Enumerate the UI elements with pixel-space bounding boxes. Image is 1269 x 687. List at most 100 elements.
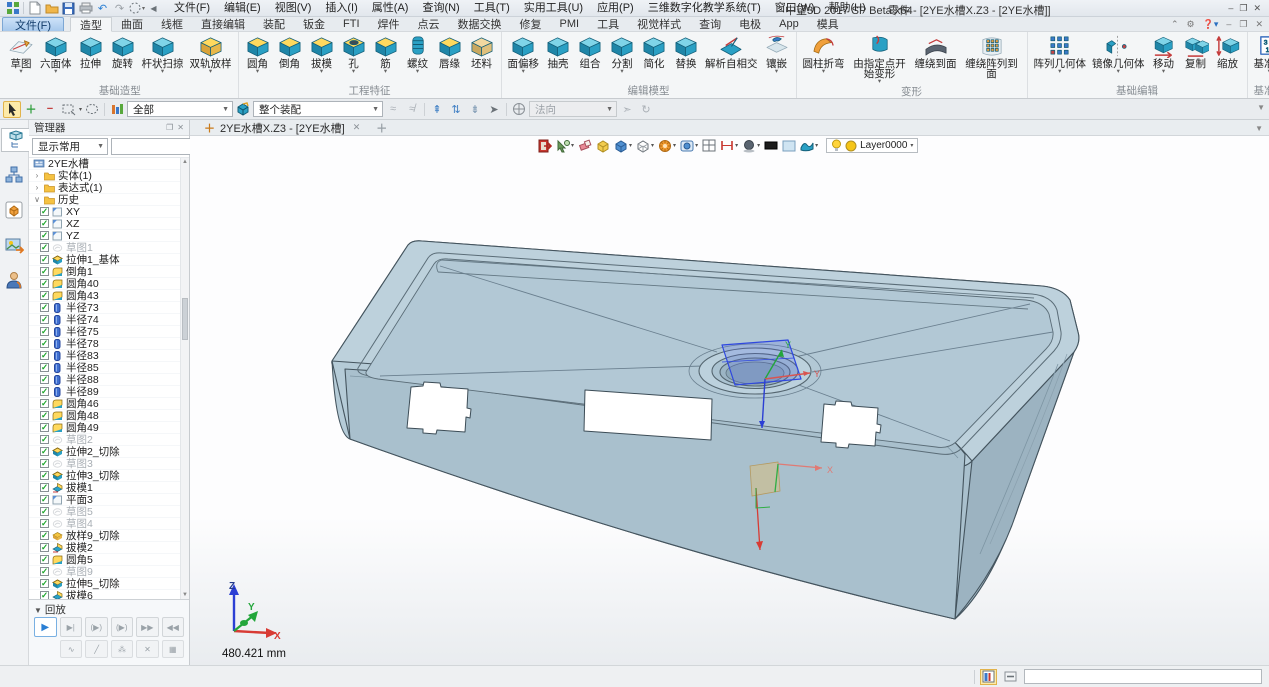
tree-folder[interactable]: ∨历史 (29, 194, 189, 206)
menu-item[interactable]: 查询(N) (415, 0, 466, 16)
caret-down-icon[interactable]: ∨ (33, 195, 41, 204)
reorient-icon[interactable]: ↻ (637, 101, 655, 118)
doc-close-icon[interactable]: ✕ (1255, 19, 1263, 30)
doc-minimize-icon[interactable]: ‒ (1226, 19, 1231, 29)
visibility-checkbox[interactable]: ✓ (40, 459, 49, 468)
shadow-effect-icon[interactable] (742, 139, 756, 153)
visibility-checkbox[interactable]: ✓ (40, 267, 49, 276)
close-icon[interactable]: ✕ (1253, 3, 1261, 14)
ribbon-button[interactable]: 杆状扫掠▾ (139, 33, 187, 76)
visual-manager-icon[interactable] (2, 198, 26, 222)
sort-down-icon[interactable]: ⇟ (466, 101, 484, 118)
ribbon-button[interactable]: 双轨放样▾ (187, 33, 235, 76)
dropdown-caret-icon[interactable]: ▾ (620, 69, 623, 76)
pick-last-icon[interactable]: ➤ (485, 101, 503, 118)
play-from-button[interactable]: (▶) (85, 617, 108, 637)
visibility-checkbox[interactable]: ✓ (40, 411, 49, 420)
ribbon-button[interactable]: 缠绕到面 (912, 33, 960, 76)
tree-item[interactable]: ✓圆角43 (29, 290, 189, 302)
toolbar-overflow-icon[interactable]: ▼ (1257, 103, 1265, 112)
tree-filter-dropdown[interactable]: 显示常用▼ (32, 138, 108, 155)
visibility-checkbox[interactable]: ✓ (40, 579, 49, 588)
visibility-checkbox[interactable]: ✓ (40, 423, 49, 432)
erase-blank-icon[interactable] (578, 139, 592, 152)
visibility-checkbox[interactable]: ✓ (40, 303, 49, 312)
tree-item[interactable]: ✓倒角1 (29, 266, 189, 278)
tree-item[interactable]: ✓平面3 (29, 494, 189, 506)
redo-icon-icon[interactable]: ↷ (111, 1, 128, 16)
float-panel-icon[interactable]: ❐ (166, 123, 173, 132)
layer-swatch-icon[interactable] (845, 140, 857, 152)
remove-entity-icon[interactable]: − (41, 101, 59, 118)
delete-button[interactable]: ✕ (136, 640, 158, 658)
tree-item[interactable]: ✓半径83 (29, 350, 189, 362)
tree-item[interactable]: ✓拉伸2_切除 (29, 446, 189, 458)
panel-layout-icon[interactable] (980, 669, 997, 685)
visibility-checkbox[interactable]: ✓ (40, 471, 49, 480)
tree-item[interactable]: ✓半径73 (29, 302, 189, 314)
ribbon-button[interactable]: 阵列几何体▾ (1031, 33, 1090, 76)
ribbon-tab-曲面[interactable]: 曲面 (112, 17, 152, 31)
align-bottom-icon[interactable]: ≉ (403, 101, 421, 118)
ribbon-button[interactable]: 坯料 (466, 33, 498, 76)
ribbon-tab-焊件[interactable]: 焊件 (369, 17, 409, 31)
visibility-checkbox[interactable]: ✓ (40, 351, 49, 360)
tree-item[interactable]: ✓拔模1 (29, 482, 189, 494)
probe-icon[interactable]: ➣ (618, 101, 636, 118)
ribbon-tab-PMI[interactable]: PMI (551, 17, 589, 31)
step-end-button[interactable]: ▶| (60, 617, 83, 637)
scope-shape-icon[interactable] (234, 101, 252, 118)
ribbon-tab-钣金[interactable]: 钣金 (294, 17, 334, 31)
layer-control[interactable]: Layer0000▾ (826, 138, 918, 153)
pick-target-icon[interactable] (556, 139, 570, 153)
tree-item[interactable]: ✓放样9_切除 (29, 530, 189, 542)
doc-restore-icon[interactable]: ❐ (1239, 19, 1247, 30)
ribbon-button[interactable]: 抽壳 (542, 33, 574, 76)
section-view-icon-caret[interactable]: ▾ (735, 142, 738, 149)
dropdown-caret-icon[interactable]: ▾ (416, 69, 419, 76)
dropdown-caret-icon[interactable]: ▾ (209, 69, 212, 76)
dropdown-caret-icon[interactable]: ▾ (1058, 69, 1061, 76)
tree-item[interactable]: ✓XZ (29, 218, 189, 230)
tree-item[interactable]: ✓拉伸3_切除 (29, 470, 189, 482)
ribbon-button[interactable]: 螺纹▾ (402, 33, 434, 76)
sort-up-icon[interactable]: ⇞ (428, 101, 446, 118)
tree-item[interactable]: ✓草图5 (29, 506, 189, 518)
ribbon-button[interactable]: 312基准面▾ (1251, 33, 1269, 76)
tree-item[interactable]: ✓拔模6 (29, 590, 189, 599)
window-pick-caret-icon[interactable]: ▾ (79, 106, 82, 113)
background-dark-icon[interactable] (764, 140, 778, 151)
visibility-checkbox[interactable]: ✓ (40, 219, 49, 228)
ribbon-tab-FTI[interactable]: FTI (334, 17, 369, 31)
tree-item[interactable]: ✓拉伸5_切除 (29, 578, 189, 590)
ribbon-button[interactable]: 缠绕阵列到面 (960, 33, 1024, 86)
play-button[interactable]: ▶ (34, 617, 57, 637)
tree-root[interactable]: 2YE水槽 (29, 158, 189, 170)
graphics-viewport[interactable]: Y Y X ▾▾▾▾▾▾▾▾Layer0000▾ (190, 136, 1269, 665)
tree-folder[interactable]: ›实体(1) (29, 170, 189, 182)
visibility-checkbox[interactable]: ✓ (40, 495, 49, 504)
sort-list-icon[interactable]: ⇅ (447, 101, 465, 118)
visibility-checkbox[interactable]: ✓ (40, 327, 49, 336)
wireframe-display-icon-caret[interactable]: ▾ (651, 142, 654, 149)
ribbon-button[interactable]: 移动▾ (1148, 33, 1180, 76)
menu-item[interactable]: 插入(I) (318, 0, 364, 16)
ribbon-button[interactable]: 替换 (670, 33, 702, 76)
menu-item[interactable]: 视图(V) (268, 0, 319, 16)
tree-item[interactable]: ✓圆角46 (29, 398, 189, 410)
document-tab[interactable]: ＋ 2YE水槽X.Z3 - [2YE水槽] ✕ (204, 120, 360, 136)
ribbon-tab-造型[interactable]: 造型 (70, 17, 112, 32)
window-pick-icon[interactable] (60, 101, 78, 118)
tree-item[interactable]: ✓YZ (29, 230, 189, 242)
shadow-effect-icon-caret[interactable]: ▾ (757, 142, 760, 149)
align-top-icon[interactable]: ≈ (384, 101, 402, 118)
playback-collapse-icon[interactable]: ▼ (34, 606, 42, 615)
tab-close-icon[interactable]: ✕ (353, 122, 361, 133)
dropdown-caret-icon[interactable]: ▾ (775, 69, 778, 76)
scope-dropdown[interactable]: 整个装配▼ (253, 101, 383, 117)
file-menu-tab[interactable]: 文件(F) (2, 17, 64, 31)
new-tab-button[interactable]: ＋ (376, 120, 387, 136)
ribbon-tab-直接编辑[interactable]: 直接编辑 (192, 17, 254, 31)
tree-scrollbar[interactable]: ▲▼ (180, 158, 189, 599)
visibility-checkbox[interactable]: ✓ (40, 231, 49, 240)
